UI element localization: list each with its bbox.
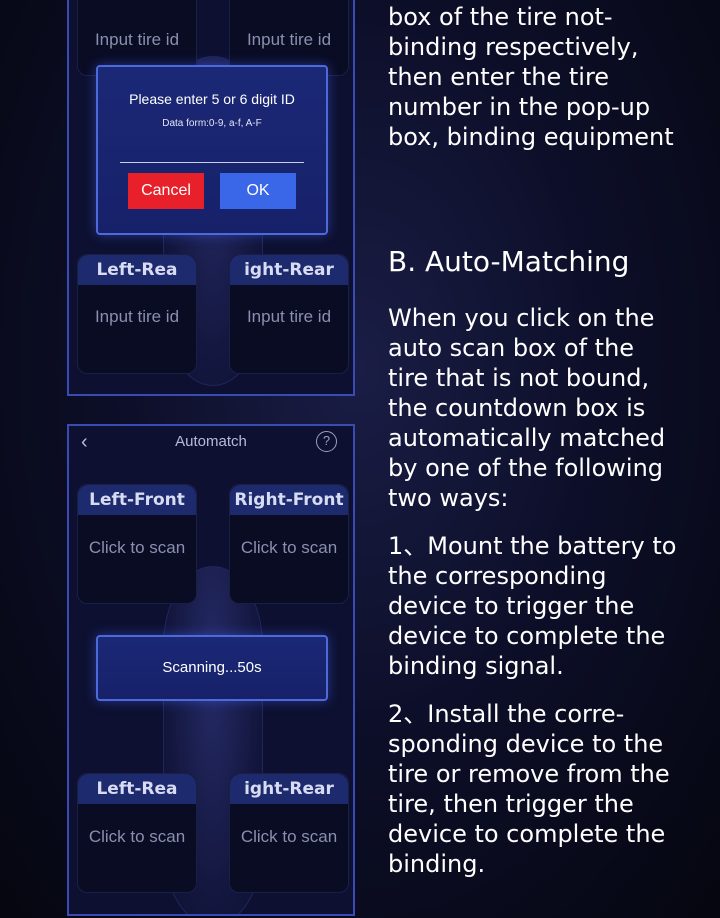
para3-line: sponding device to the — [388, 730, 664, 758]
help-icon[interactable]: ? — [316, 431, 337, 452]
intro-line: box, binding equipment — [388, 123, 674, 151]
tire-rear-left-label: Left-Rea — [78, 255, 196, 285]
scanning-countdown: Scanning...50s — [162, 659, 262, 676]
cancel-button[interactable]: Cancel — [128, 173, 204, 209]
intro-line: number in the pop-up — [388, 93, 651, 121]
tire-box-front-left[interactable]: Left-Front Click to scan — [77, 484, 197, 604]
tire-box-rear-left[interactable]: Left-Rea Input tire id — [77, 254, 197, 374]
intro-paragraph: box of the tire not- binding respectivel… — [388, 2, 718, 152]
para2-line: 1、Mount the battery to — [388, 532, 677, 560]
para3-line: 2、Install the corre- — [388, 700, 625, 728]
tire-box-rear-right[interactable]: ight-Rear Input tire id — [229, 254, 349, 374]
para1-line: by one of the following — [388, 454, 664, 482]
para1-line: tire that is not bound, — [388, 364, 650, 392]
tire-id-input[interactable] — [120, 139, 304, 163]
tire-box-front-right[interactable]: Right-Front Click to scan — [229, 484, 349, 604]
scan-front-left-text: Click to scan — [88, 538, 186, 557]
scan-front-right-text: Click to scan — [240, 538, 338, 557]
tire-rear-right-text: Input tire id — [246, 307, 332, 326]
tire-rear-left-label: Left-Rea — [78, 774, 196, 804]
dialog-title: Please enter 5 or 6 digit ID — [129, 91, 295, 107]
intro-line: box of the tire not- — [388, 3, 613, 31]
para2-line: the corresponding — [388, 562, 607, 590]
scan-rear-right-text: Click to scan — [240, 827, 338, 846]
tire-rear-right-label: ight-Rear — [230, 255, 348, 285]
tire-front-right-text: Input tire id — [246, 30, 332, 49]
back-arrow-icon[interactable]: ‹ — [81, 426, 88, 458]
automatch-title: Automatch — [175, 433, 247, 450]
para3-line: binding. — [388, 850, 486, 878]
para1-line: two ways: — [388, 484, 509, 512]
method-two-paragraph: 2、Install the corre- sponding device to … — [388, 699, 718, 879]
para2-line: device to complete the — [388, 622, 666, 650]
tire-rear-right-label: ight-Rear — [230, 774, 348, 804]
method-one-paragraph: 1、Mount the battery to the corresponding… — [388, 531, 718, 681]
para1-line: When you click on the — [388, 304, 655, 332]
para1-line: the countdown box is — [388, 394, 646, 422]
para3-line: tire or remove from the — [388, 760, 670, 788]
tire-box-rear-right[interactable]: ight-Rear Click to scan — [229, 773, 349, 893]
intro-line: then enter the tire — [388, 63, 610, 91]
tire-box-rear-left[interactable]: Left-Rea Click to scan — [77, 773, 197, 893]
tire-front-left-text: Input tire id — [94, 30, 180, 49]
tire-rear-left-text: Input tire id — [94, 307, 180, 326]
para1-line: automatically matched — [388, 424, 666, 452]
id-entry-dialog: Please enter 5 or 6 digit ID Data form:0… — [96, 65, 328, 235]
para3-line: tire, then trigger the — [388, 790, 634, 818]
top-navbar: ‹ Automatch ? — [69, 426, 353, 458]
automatch-screen: ‹ Automatch ? Left-Front Click to scan R… — [67, 424, 355, 916]
section-heading: B. Auto-Matching — [388, 245, 630, 278]
ok-button[interactable]: OK — [220, 173, 296, 209]
bind-screen: Input tire id Input tire id Left-Rea Inp… — [67, 0, 355, 396]
para1-line: auto scan box of the — [388, 334, 635, 362]
para2-line: binding signal. — [388, 652, 564, 680]
tire-front-left-label: Left-Front — [78, 485, 196, 515]
scanning-dialog: Scanning...50s — [96, 635, 328, 701]
scan-rear-left-text: Click to scan — [88, 827, 186, 846]
tire-front-right-label: Right-Front — [230, 485, 348, 515]
dialog-hint: Data form:0-9, a-f, A-F — [162, 118, 262, 129]
para3-line: device to complete the — [388, 820, 666, 848]
intro-line: binding respectively, — [388, 33, 639, 61]
para2-line: device to trigger the — [388, 592, 635, 620]
auto-match-paragraph: When you click on the auto scan box of t… — [388, 303, 718, 513]
